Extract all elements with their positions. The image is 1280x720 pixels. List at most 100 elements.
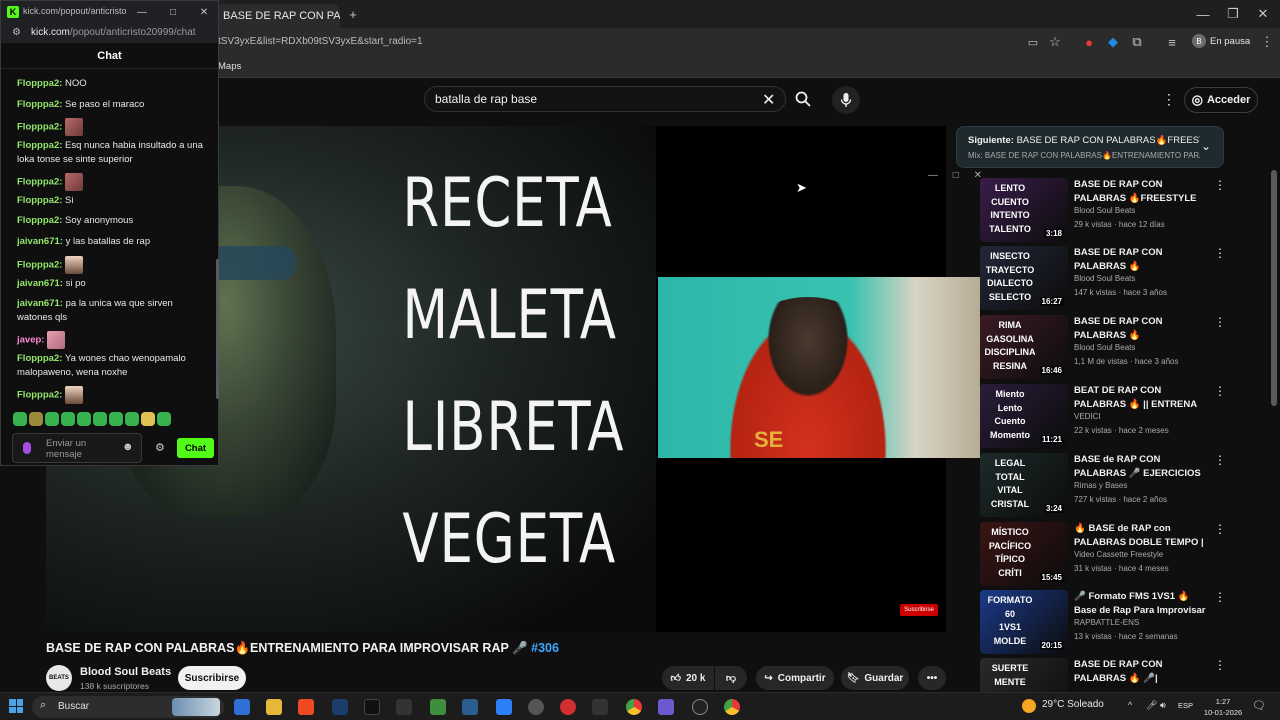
emote-button[interactable]: [45, 412, 59, 426]
chat-username[interactable]: jaivan671: [17, 236, 60, 247]
recommendation-item[interactable]: LENTO CUENTO INTENTO TALENTO 3:18 BASE DE RAP…: [956, 178, 1224, 242]
chat-send-button[interactable]: Chat: [177, 438, 214, 458]
chat-username[interactable]: Flopppa2: [17, 78, 59, 89]
emote-picker-icon[interactable]: [23, 442, 31, 454]
extensions-puzzle-icon[interactable]: ⧉: [1128, 33, 1146, 51]
chat-username[interactable]: Flopppa2: [17, 99, 59, 110]
pip-webcam-window[interactable]: SE: [658, 277, 980, 458]
notifications-icon[interactable]: 🗨︎: [1252, 699, 1266, 712]
taskbar-app-steam[interactable]: [332, 699, 348, 715]
recommendation-channel[interactable]: Rimas y Bases: [1074, 481, 1127, 490]
kick-minimize-icon[interactable]: —: [133, 3, 151, 21]
recommendation-thumbnail[interactable]: FORMATO 60 1VS1 MOLDE 20:15: [980, 590, 1068, 654]
recommendation-menu-icon[interactable]: ⋮: [1214, 246, 1224, 260]
extension-blue-icon[interactable]: ◆: [1104, 33, 1122, 51]
recommendation-item[interactable]: INSECTO TRAYECTO DIALECTO SELECTO 16:27 BASE …: [956, 246, 1224, 310]
recommendation-thumbnail[interactable]: MÍSTICO PACÍFICO TÍPICO CRÍTI 15:45: [980, 522, 1068, 586]
chat-username[interactable]: Flopppa2: [17, 177, 59, 188]
recommendation-title[interactable]: BASE DE RAP CON PALABRAS 🔥ENTRENAMIENTO …: [1074, 315, 1208, 342]
recommendation-channel[interactable]: VEDICI: [1074, 412, 1101, 421]
close-window-icon[interactable]: ✕: [1254, 5, 1272, 23]
reading-list-icon[interactable]: ≡: [1163, 33, 1181, 51]
recommendation-thumbnail[interactable]: SUERTE MENTE: [980, 658, 1068, 692]
taskbar-app-epic[interactable]: [396, 699, 412, 715]
recommendation-menu-icon[interactable]: ⋮: [1214, 178, 1224, 192]
recommendation-title[interactable]: BEAT DE RAP CON PALABRAS 🔥 || ENTRENA TU…: [1074, 384, 1208, 411]
chat-settings-gear-icon[interactable]: ⚙: [155, 441, 165, 454]
taskbar-app-chrome-2[interactable]: [724, 699, 740, 715]
taskbar-app-file-explorer[interactable]: [266, 699, 282, 715]
settings-kebab-icon[interactable]: ⋮: [1162, 91, 1176, 108]
search-input[interactable]: batalla de rap base: [435, 92, 537, 106]
bookmark-star-icon[interactable]: ☆: [1046, 33, 1064, 51]
weather-text[interactable]: 29°C Soleado: [1042, 699, 1104, 710]
kick-close-icon[interactable]: ✕: [195, 3, 213, 21]
emote-button[interactable]: [125, 412, 139, 426]
emote-button[interactable]: [93, 412, 107, 426]
smiley-icon[interactable]: ☻: [122, 441, 134, 453]
search-button[interactable]: [786, 86, 820, 112]
chat-username[interactable]: Flopppa2: [17, 353, 59, 364]
chat-input[interactable]: Enviar un mensaje ☻: [12, 433, 142, 463]
recommendation-menu-icon[interactable]: ⋮: [1214, 453, 1224, 467]
recommendation-title[interactable]: BASE DE RAP CON PALABRAS 🔥 🎤| PRÁCTICA D…: [1074, 658, 1208, 685]
taskbar-app-minecraft[interactable]: [430, 699, 446, 715]
chat-username[interactable]: javep: [17, 335, 41, 346]
taskbar-app-steam-2[interactable]: [462, 699, 478, 715]
taskbar-app-tiktok[interactable]: [364, 699, 380, 715]
new-tab-icon[interactable]: +: [344, 5, 362, 23]
emote-button[interactable]: [13, 412, 27, 426]
browser-menu-icon[interactable]: ⋮: [1258, 33, 1276, 51]
windows-start-icon[interactable]: [9, 699, 23, 713]
chat-username[interactable]: Flopppa2: [17, 215, 59, 226]
like-button[interactable]: 👍︎ 20 k: [662, 666, 714, 690]
taskbar-app-red[interactable]: [560, 699, 576, 715]
page-scrollbar[interactable]: [1271, 170, 1277, 406]
recommendation-menu-icon[interactable]: ⋮: [1214, 522, 1224, 536]
chat-scrollbar[interactable]: [216, 259, 219, 399]
recommendation-menu-icon[interactable]: ⋮: [1214, 590, 1224, 604]
bookmark-maps[interactable]: Maps: [218, 61, 241, 72]
minimize-icon[interactable]: —: [1194, 5, 1212, 23]
taskbar-app-browser[interactable]: [234, 699, 250, 715]
more-actions-button[interactable]: •••: [918, 666, 946, 690]
recommendation-item[interactable]: LEGAL TOTAL VITAL CRISTAL 3:24 BASE de RAP CO…: [956, 453, 1224, 517]
recommendation-channel[interactable]: RAPBATTLE-ENS: [1074, 618, 1139, 627]
voice-search-button[interactable]: [832, 86, 860, 114]
chevron-down-icon[interactable]: ⌄: [1201, 139, 1211, 153]
chat-username[interactable]: Flopppa2: [17, 390, 59, 401]
recommendation-title[interactable]: BASE DE RAP CON PALABRAS 🔥FREESTYLE RAP …: [1074, 178, 1208, 205]
url-text[interactable]: tSV3yxE&list=RDXb09tSV3yxE&start_radio=1: [218, 36, 423, 47]
tray-mic-icon[interactable]: 🎤︎: [1146, 700, 1157, 711]
taskbar-app-epic-2[interactable]: [592, 699, 608, 715]
pip-minimize-icon[interactable]: —: [928, 170, 938, 184]
chat-username[interactable]: Flopppa2: [17, 195, 59, 206]
video-subscribe-watermark[interactable]: Suscribirse: [900, 604, 938, 616]
recommendation-channel[interactable]: Video Cassette Freestyle: [1074, 550, 1163, 559]
clear-search-icon[interactable]: ✕: [762, 90, 775, 110]
recommendation-item[interactable]: Miento Lento Cuento Momento 11:21 BEAT DE RAP…: [956, 384, 1224, 448]
tray-volume-icon[interactable]: 🔊︎: [1160, 700, 1166, 711]
recommendation-title[interactable]: 🎤 Formato FMS 1VS1 🔥 Base de Rap Para Im…: [1074, 590, 1208, 617]
recommendation-menu-icon[interactable]: ⋮: [1214, 384, 1224, 398]
signin-button[interactable]: ◎ Acceder: [1184, 87, 1258, 113]
restore-icon[interactable]: ❐: [1224, 5, 1242, 23]
recommendation-item[interactable]: FORMATO 60 1VS1 MOLDE 20:15 🎤 Formato FMS 1VS…: [956, 590, 1224, 654]
taskbar-search[interactable]: ⌕ Buscar: [32, 696, 224, 718]
browser-tab-active[interactable]: BASE DE RAP CON PALABRAS 🔊 ✕: [215, 4, 340, 28]
recommendation-thumbnail[interactable]: INSECTO TRAYECTO DIALECTO SELECTO 16:27: [980, 246, 1068, 310]
upnext-card[interactable]: Siguiente: BASE DE RAP CON PALABRAS🔥FREE…: [956, 126, 1224, 168]
recommendation-channel[interactable]: Blood Soul Beats: [1074, 274, 1135, 283]
emote-button[interactable]: [109, 412, 123, 426]
recommendation-item[interactable]: RIMA GASOLINA DISCIPLINA RESINA 16:46 BASE DE…: [956, 315, 1224, 379]
taskbar-app-generic[interactable]: [528, 699, 544, 715]
taskbar-clock[interactable]: 1:27 10-01-2026: [1203, 696, 1243, 718]
kick-maximize-icon[interactable]: □: [164, 3, 182, 21]
recommendation-thumbnail[interactable]: LENTO CUENTO INTENTO TALENTO 3:18: [980, 178, 1068, 242]
recommendation-title[interactable]: BASE DE RAP CON PALABRAS 🔥ENTRENAMIENTO …: [1074, 246, 1208, 273]
save-button[interactable]: 🔖︎ Guardar: [841, 666, 909, 690]
search-box[interactable]: batalla de rap base: [424, 86, 786, 112]
emote-button[interactable]: [61, 412, 75, 426]
recommendation-channel[interactable]: Blood Soul Beats: [1074, 206, 1135, 215]
emote-button[interactable]: [141, 412, 155, 426]
